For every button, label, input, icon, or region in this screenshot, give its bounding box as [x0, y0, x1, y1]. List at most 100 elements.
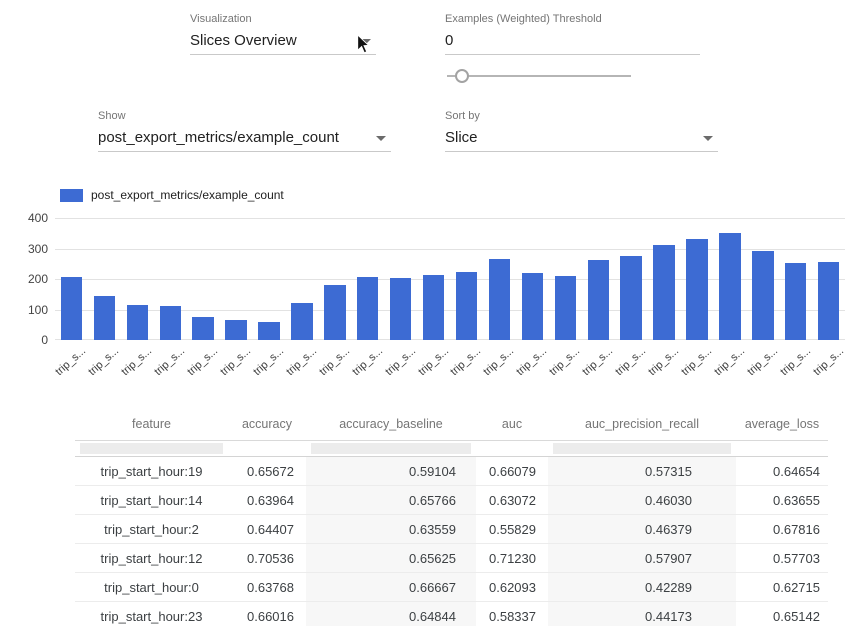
bar[interactable] [160, 306, 181, 340]
column-filter-input[interactable] [311, 443, 471, 454]
x-axis-label: trip_s... [482, 345, 517, 378]
metric-cell: 0.67816 [736, 515, 828, 544]
bar-slot: trip_s... [220, 218, 253, 340]
chevron-down-icon[interactable] [703, 136, 713, 141]
bar[interactable] [192, 317, 213, 340]
metric-cell: 0.42289 [548, 573, 736, 602]
column-filter-input[interactable] [80, 443, 223, 454]
column-header[interactable]: accuracy_baseline [306, 408, 476, 441]
table-row[interactable]: trip_start_hour:190.656720.591040.660790… [75, 457, 828, 486]
feature-cell: trip_start_hour:14 [75, 486, 228, 515]
x-axis-label: trip_s... [811, 345, 846, 378]
sort-by-value: Slice [445, 126, 718, 150]
y-axis-label: 100 [8, 303, 48, 317]
bar[interactable] [291, 303, 312, 340]
sort-by-dropdown[interactable]: Slice [445, 126, 718, 152]
bar-slot: trip_s... [154, 218, 187, 340]
x-axis-label: trip_s... [120, 345, 155, 378]
bar[interactable] [127, 305, 148, 340]
bar[interactable] [620, 256, 641, 340]
table-row[interactable]: trip_start_hour:120.705360.656250.712300… [75, 544, 828, 573]
bar[interactable] [719, 233, 740, 340]
bar-slot: trip_s... [483, 218, 516, 340]
bar[interactable] [522, 273, 543, 340]
feature-cell: trip_start_hour:12 [75, 544, 228, 573]
bar-slot: trip_s... [55, 218, 88, 340]
chevron-down-icon[interactable] [376, 136, 386, 141]
column-header[interactable]: average_loss [736, 408, 828, 441]
threshold-value: 0 [445, 29, 700, 53]
filter-row [75, 441, 828, 457]
bar[interactable] [94, 296, 115, 340]
column-header[interactable]: feature [75, 408, 228, 441]
bar[interactable] [818, 262, 839, 340]
bar-slot: trip_s... [713, 218, 746, 340]
metric-cell: 0.65672 [228, 457, 306, 486]
feature-cell: trip_start_hour:0 [75, 573, 228, 602]
table-row[interactable]: trip_start_hour:00.637680.666670.620930.… [75, 573, 828, 602]
metric-cell: 0.66016 [228, 602, 306, 626]
x-axis-label: trip_s... [152, 345, 187, 378]
bar[interactable] [390, 278, 411, 340]
filter-cell [736, 441, 828, 457]
bar[interactable] [258, 322, 279, 340]
bar[interactable] [555, 276, 576, 340]
bar[interactable] [225, 320, 246, 340]
bar-slot: trip_s... [187, 218, 220, 340]
visualization-dropdown[interactable]: Slices Overview [190, 29, 376, 55]
metric-cell: 0.63655 [736, 486, 828, 515]
metric-cell: 0.66667 [306, 573, 476, 602]
filter-cell [306, 441, 476, 457]
metric-cell: 0.64407 [228, 515, 306, 544]
bar[interactable] [752, 251, 773, 340]
chart-legend: post_export_metrics/example_count [60, 188, 284, 202]
bar[interactable] [61, 277, 82, 340]
feature-cell: trip_start_hour:23 [75, 602, 228, 626]
show-metric-value: post_export_metrics/example_count [98, 126, 391, 150]
table-row[interactable]: trip_start_hour:230.660160.648440.583370… [75, 602, 828, 626]
threshold-input[interactable]: 0 [445, 29, 700, 55]
table-header-row: featureaccuracyaccuracy_baselineaucauc_p… [75, 408, 828, 441]
x-axis-label: trip_s... [745, 345, 780, 378]
show-metric-dropdown[interactable]: post_export_metrics/example_count [98, 126, 391, 152]
column-filter-input[interactable] [553, 443, 731, 454]
y-axis-label: 0 [8, 333, 48, 347]
bar-slot: trip_s... [450, 218, 483, 340]
column-header[interactable]: accuracy [228, 408, 306, 441]
feature-cell: trip_start_hour:2 [75, 515, 228, 544]
filter-cell [75, 441, 228, 457]
bar-slot: trip_s... [549, 218, 582, 340]
bar[interactable] [324, 285, 345, 340]
legend-swatch-icon [60, 189, 83, 202]
threshold-slider-track[interactable] [447, 75, 631, 77]
visualization-value: Slices Overview [190, 29, 376, 53]
bar[interactable] [686, 239, 707, 340]
table-row[interactable]: trip_start_hour:20.644070.635590.558290.… [75, 515, 828, 544]
threshold-slider-handle[interactable] [455, 69, 469, 83]
x-axis-label: trip_s... [515, 345, 550, 378]
feature-cell: trip_start_hour:19 [75, 457, 228, 486]
bar-slot: trip_s... [285, 218, 318, 340]
bar[interactable] [489, 259, 510, 340]
table-row[interactable]: trip_start_hour:140.639640.657660.630720… [75, 486, 828, 515]
metric-cell: 0.46379 [548, 515, 736, 544]
x-axis-label: trip_s... [778, 345, 813, 378]
bar-slot: trip_s... [417, 218, 450, 340]
x-axis-label: trip_s... [646, 345, 681, 378]
x-axis-label: trip_s... [449, 345, 484, 378]
column-header[interactable]: auc_precision_recall [548, 408, 736, 441]
metric-cell: 0.57907 [548, 544, 736, 573]
bar-slot: trip_s... [384, 218, 417, 340]
x-axis-label: trip_s... [416, 345, 451, 378]
column-header[interactable]: auc [476, 408, 548, 441]
bar[interactable] [785, 263, 806, 340]
x-axis-label: trip_s... [383, 345, 418, 378]
bar[interactable] [653, 245, 674, 340]
bar[interactable] [423, 275, 444, 340]
y-axis: 0100200300400 [8, 210, 48, 398]
metrics-table: featureaccuracyaccuracy_baselineaucauc_p… [75, 408, 828, 626]
filter-cell [228, 441, 306, 457]
bar[interactable] [588, 260, 609, 340]
bar[interactable] [456, 272, 477, 340]
bar[interactable] [357, 277, 378, 340]
